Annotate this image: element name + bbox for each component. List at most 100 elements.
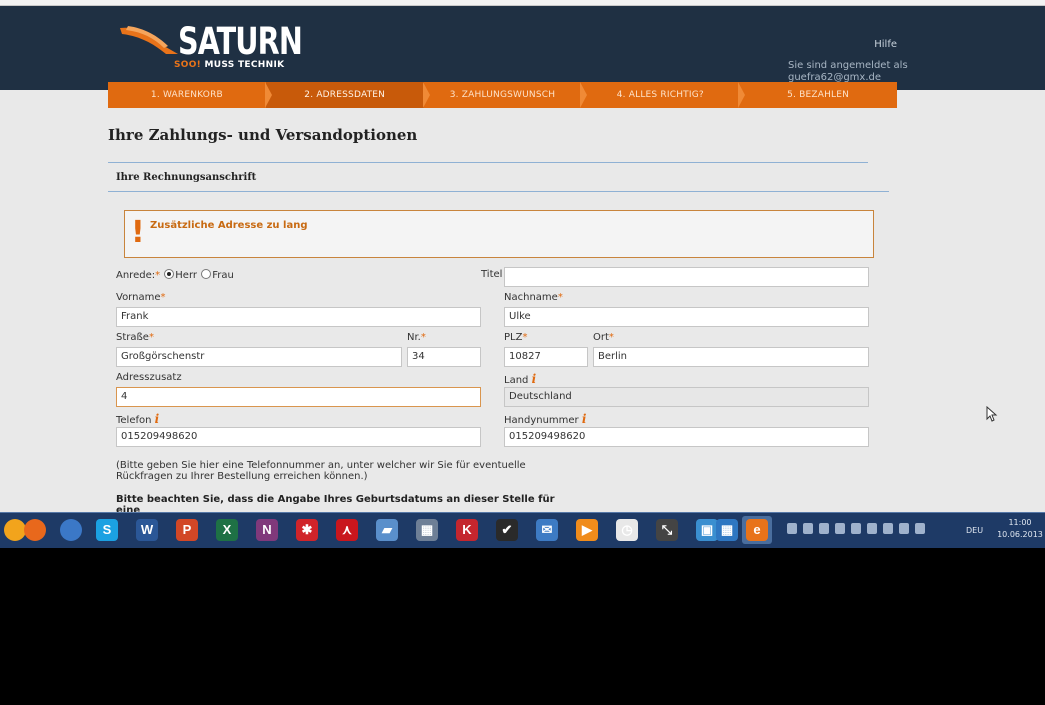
error-alert: ! Zusätzliche Adresse zu lang — [124, 210, 874, 258]
titel-input[interactable] — [504, 267, 869, 287]
required-marker: * — [522, 332, 528, 343]
excel-icon: X — [216, 519, 238, 541]
word-icon: W — [136, 519, 158, 541]
taskbar-browser-active-button[interactable]: e — [742, 516, 772, 544]
telefon-info-icon[interactable]: i — [155, 412, 160, 426]
vorname-label-group: Vorname* — [116, 292, 165, 303]
required-marker: * — [420, 332, 426, 343]
tray-bluetooth-icon[interactable] — [819, 523, 829, 534]
title-divider — [108, 162, 868, 163]
required-marker: * — [557, 292, 563, 303]
system-tray — [787, 523, 925, 534]
phone-hint-text: (Bitte geben Sie hier eine Telefonnummer… — [116, 460, 526, 482]
ort-input[interactable]: Berlin — [593, 347, 869, 367]
vorname-input[interactable]: Frank — [116, 307, 481, 327]
taskbar-media-player-button[interactable]: ▶ — [572, 516, 602, 544]
tray-wifi-icon[interactable] — [899, 523, 909, 534]
tray-display-icon[interactable] — [883, 523, 893, 534]
tray-arrow-icon[interactable] — [787, 523, 797, 534]
required-marker: * — [148, 332, 154, 343]
telefon-label-group: Telefon i — [116, 412, 159, 426]
taskbar-remote-desktop-button[interactable]: ▦ — [712, 516, 742, 544]
kaspersky-icon: K — [456, 519, 478, 541]
chrome-icon — [60, 519, 82, 541]
required-marker: * — [608, 332, 614, 343]
saturn-logo[interactable]: SATURN SOO! MUSS TECHNIK — [118, 20, 308, 78]
titel-label: Titel — [481, 269, 503, 280]
land-info-icon[interactable]: i — [532, 372, 537, 386]
taskbar-pdf-reader-button[interactable]: ⋏ — [332, 516, 362, 544]
taskbar-clock[interactable]: 11:00 10.06.2013 — [996, 517, 1044, 541]
step-adressdaten: 2. ADRESSDATEN — [265, 82, 430, 108]
tray-flag-icon[interactable] — [867, 523, 877, 534]
handy-input[interactable]: 015209498620 — [504, 427, 869, 447]
nr-input[interactable]: 34 — [407, 347, 481, 367]
taskbar-firefox-button[interactable] — [20, 516, 50, 544]
calculator-icon: ▦ — [416, 519, 438, 541]
powerpoint-icon: P — [176, 519, 198, 541]
skype-icon: S — [96, 519, 118, 541]
required-marker: * — [155, 270, 161, 281]
nr-label-group: Nr.* — [407, 332, 426, 343]
taskbar-powerpoint-button[interactable]: P — [172, 516, 202, 544]
tray-antivirus-icon[interactable] — [835, 523, 845, 534]
login-status-text: Sie sind angemeldet als guefra62@gmx.de — [788, 60, 908, 83]
taskbar-ccleaner-button[interactable]: ✔ — [492, 516, 522, 544]
taskbar-chrome-button[interactable] — [56, 516, 86, 544]
paint-app-icon: ✱ — [296, 519, 318, 541]
clock-app-icon: ◷ — [616, 519, 638, 541]
tagline-rest: MUSS TECHNIK — [201, 60, 285, 70]
vorname-label: Vorname — [116, 292, 161, 303]
plz-input[interactable]: 10827 — [504, 347, 588, 367]
nachname-input[interactable]: Ulke — [504, 307, 869, 327]
alert-message: Zusätzliche Adresse zu lang — [150, 220, 308, 231]
land-select[interactable]: Deutschland — [504, 387, 869, 407]
taskbar-skype-button[interactable]: S — [92, 516, 122, 544]
tray-network-icon[interactable] — [803, 523, 813, 534]
remote-desktop-icon: ▦ — [716, 519, 738, 541]
logo-tagline: SOO! MUSS TECHNIK — [174, 60, 284, 70]
section-title: Ihre Rechnungsanschrift — [116, 172, 257, 183]
taskbar-email-button[interactable]: ✉ — [532, 516, 562, 544]
strasse-input[interactable]: Großgörschenstr — [116, 347, 402, 367]
taskbar-notepad-button[interactable]: ▰ — [372, 516, 402, 544]
taskbar-paint-app-button[interactable]: ✱ — [292, 516, 322, 544]
taskbar-snipping-tool-button[interactable]: ⤡ — [652, 516, 682, 544]
handy-label-group: Handynummer i — [504, 412, 586, 426]
onenote-icon: N — [256, 519, 278, 541]
adresszusatz-label: Adresszusatz — [116, 372, 182, 383]
tray-volume-icon[interactable] — [915, 523, 925, 534]
taskbar-clock-app-button[interactable]: ◷ — [612, 516, 642, 544]
tray-k-icon[interactable] — [851, 523, 861, 534]
checkout-steps: 1. WARENKORB 2. ADRESSDATEN 3. ZAHLUNGSW… — [108, 82, 897, 108]
radio-herr-label[interactable]: Herr — [175, 270, 197, 281]
clock-time: 11:00 — [1008, 518, 1032, 527]
mouse-cursor-icon — [986, 406, 998, 422]
taskbar-word-button[interactable]: W — [132, 516, 162, 544]
taskbar-kaspersky-button[interactable]: K — [452, 516, 482, 544]
step-warenkorb[interactable]: 1. WARENKORB — [108, 82, 272, 108]
taskbar-onenote-button[interactable]: N — [252, 516, 282, 544]
taskbar-calculator-button[interactable]: ▦ — [412, 516, 442, 544]
nr-label: Nr. — [407, 332, 421, 343]
radio-frau-label[interactable]: Frau — [212, 270, 234, 281]
help-link[interactable]: Hilfe — [874, 39, 897, 50]
adresszusatz-input[interactable]: 4 — [116, 387, 481, 407]
birthdate-note: Bitte beachten Sie, dass die Angabe Ihre… — [116, 494, 555, 512]
section-divider — [108, 191, 889, 192]
handy-info-icon[interactable]: i — [582, 412, 587, 426]
nachname-label: Nachname — [504, 292, 558, 303]
taskbar-excel-button[interactable]: X — [212, 516, 242, 544]
strasse-label-group: Straße* — [116, 332, 154, 343]
site-header: SATURN SOO! MUSS TECHNIK Hilfe Sie sind … — [0, 6, 1045, 90]
radio-frau[interactable] — [201, 269, 212, 279]
tagline-highlight: SOO! — [174, 60, 202, 70]
salutation-label: Anrede: — [116, 270, 156, 281]
clock-date: 10.06.2013 — [997, 530, 1043, 539]
browser-active-icon: e — [746, 519, 768, 541]
language-indicator[interactable]: DEU — [966, 526, 983, 535]
exclamation-icon: ! — [131, 215, 145, 250]
telefon-input[interactable]: 015209498620 — [116, 427, 481, 447]
radio-herr[interactable] — [164, 269, 175, 279]
plz-label-group: PLZ* — [504, 332, 527, 343]
